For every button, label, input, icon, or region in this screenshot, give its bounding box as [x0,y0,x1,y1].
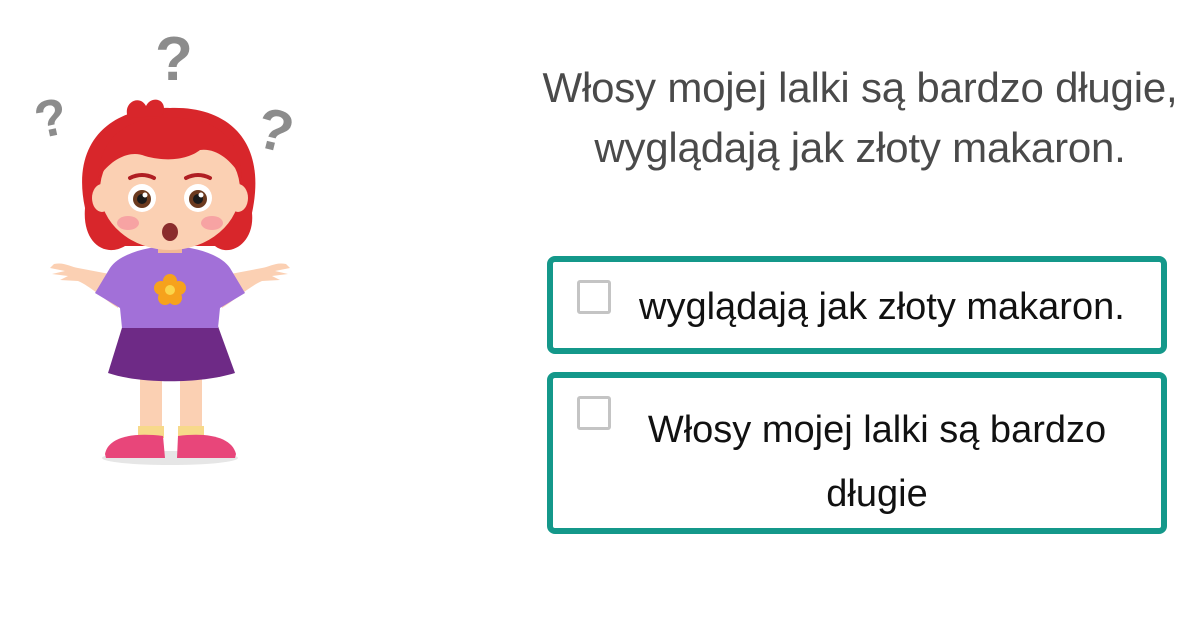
answer-option-2[interactable]: Włosy mojej lalki są bardzo długie [547,372,1167,534]
quiz-card: ? ? ? Włosy mojej lalki są bardzo długie… [0,0,1200,630]
answer-option-label: Włosy mojej lalki są bardzo długie [647,409,1107,515]
checkbox[interactable] [577,396,611,430]
question-text: Włosy mojej lalki są bardzo długie, wygl… [520,58,1200,178]
question-line-2: wyglądają jak złoty makaron. [594,124,1126,171]
question-line-1: Włosy mojej lalki są bardzo długie, [542,64,1178,111]
answer-option-1[interactable]: wyglądają jak złoty makaron. [547,256,1167,354]
question-mark-icon: ? [155,25,193,94]
checkbox[interactable] [577,280,611,314]
question-mark-icon: ? [250,95,300,167]
confused-girl-illustration: ? ? ? [30,25,300,465]
answer-option-label: wyglądają jak złoty makaron. [639,286,1125,328]
question-mark-icon: ? [30,87,73,150]
